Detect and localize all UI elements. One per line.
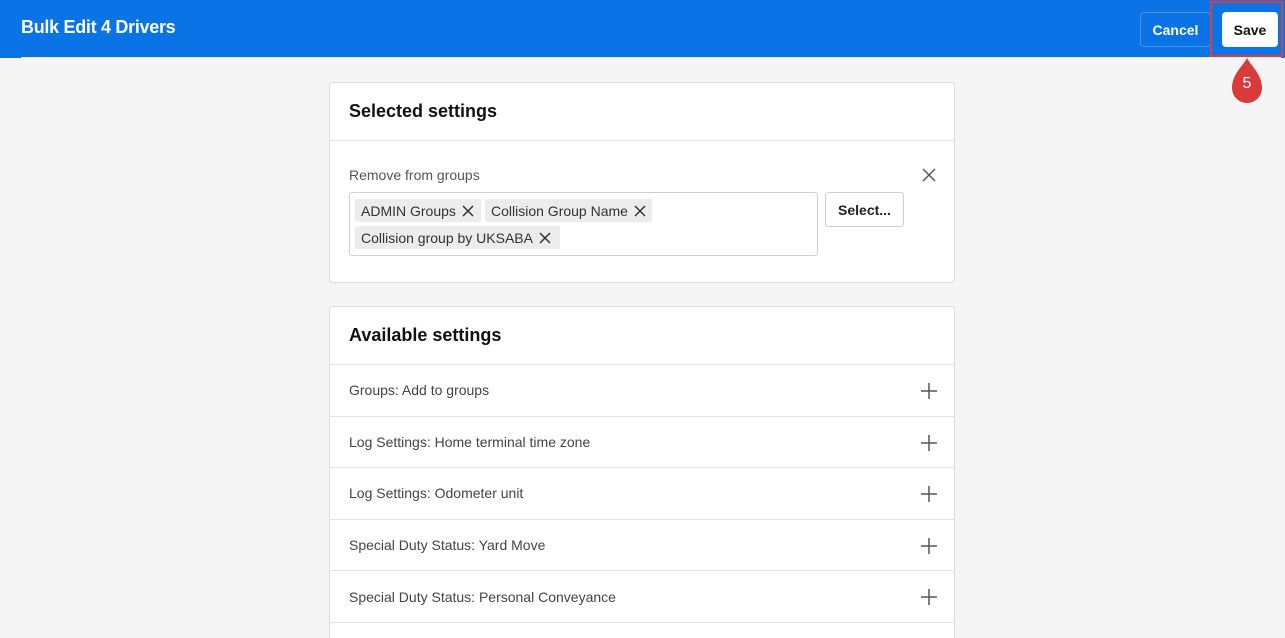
plus-icon[interactable] — [921, 589, 937, 606]
remove-setting-close-icon[interactable] — [921, 167, 937, 183]
remove-tag-close-icon[interactable] — [633, 204, 647, 218]
page-title: Bulk Edit 4 Drivers — [21, 17, 176, 37]
group-tag-label: Collision Group Name — [491, 202, 628, 219]
selected-settings-title: Selected settings — [330, 83, 954, 141]
setting-label: Groups: Add to groups — [349, 382, 490, 399]
list-item[interactable]: Special Duty Status: Yard Move — [330, 520, 954, 572]
groups-tag-input[interactable]: ADMIN Groups Collision Group Name Collis… — [349, 192, 818, 256]
available-settings-list: Groups: Add to groups Log Settings: Home… — [330, 365, 954, 623]
available-settings-card: Available settings Groups: Add to groups… — [329, 306, 955, 638]
group-tag: ADMIN Groups — [355, 199, 481, 222]
save-button[interactable]: Save — [1222, 12, 1278, 47]
setting-label: Log Settings: Odometer unit — [349, 485, 524, 502]
setting-label: Special Duty Status: Personal Conveyance — [349, 588, 616, 605]
list-item[interactable]: Special Duty Status: Personal Conveyance — [330, 571, 954, 623]
group-tag: Collision group by UKSABA — [355, 226, 560, 249]
cancel-button[interactable]: Cancel — [1140, 12, 1211, 47]
remove-from-groups-label: Remove from groups — [349, 167, 480, 183]
available-settings-title: Available settings — [330, 307, 954, 365]
selected-settings-card: Selected settings Remove from groups ADM… — [329, 82, 955, 283]
list-item[interactable]: Groups: Add to groups — [330, 365, 954, 417]
plus-icon[interactable] — [921, 383, 937, 399]
group-tag-label: ADMIN Groups — [361, 202, 456, 219]
setting-label: Log Settings: Home terminal time zone — [349, 433, 591, 450]
remove-tag-close-icon[interactable] — [461, 204, 475, 218]
top-bar: Bulk Edit 4 Drivers — [0, 0, 1285, 58]
plus-icon[interactable] — [921, 537, 937, 554]
group-tag-label: Collision group by UKSABA — [361, 229, 533, 246]
list-item[interactable]: Log Settings: Home terminal time zone — [330, 417, 954, 469]
step-number: 5 — [1242, 75, 1252, 92]
plus-icon[interactable] — [921, 434, 937, 451]
list-item[interactable]: Log Settings: Odometer unit — [330, 468, 954, 520]
title-divider — [21, 57, 1281, 58]
remove-tag-close-icon[interactable] — [538, 231, 552, 245]
group-tag: Collision Group Name — [485, 199, 652, 222]
plus-icon[interactable] — [921, 486, 937, 503]
setting-label: Special Duty Status: Yard Move — [349, 537, 546, 554]
select-groups-button[interactable]: Select... — [825, 192, 904, 227]
